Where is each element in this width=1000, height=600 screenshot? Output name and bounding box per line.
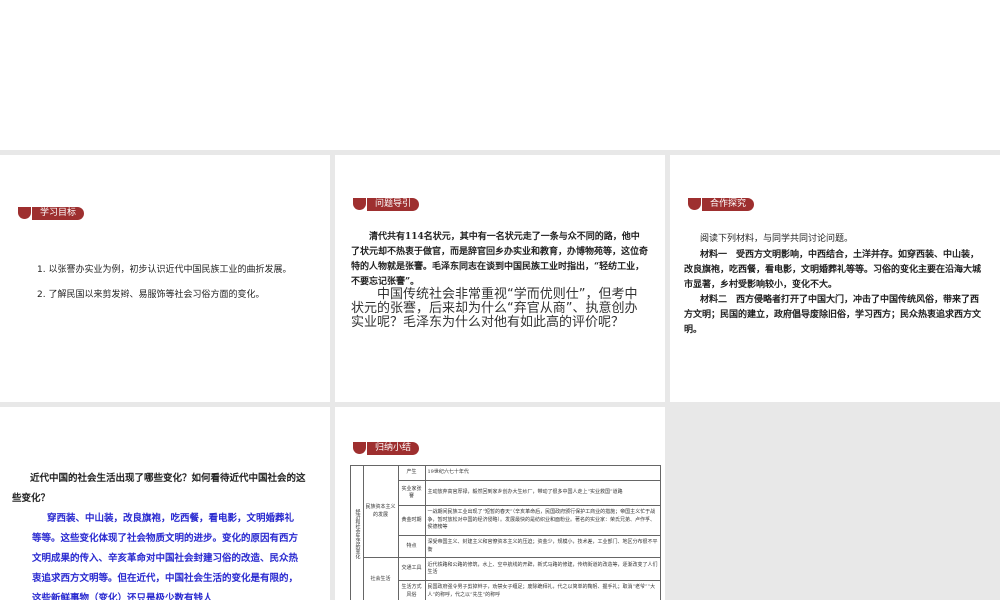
- slide-learning-goals[interactable]: 学习目标 1. 以张謇办实业为例，初步认识近代中国民族工业的曲折发展。 2. 了…: [0, 155, 330, 402]
- answer-text: 穿西装、中山装，改良旗袍，吃西餐，看电影，文明婚葬礼等等。这些变化体现了社会物质…: [32, 513, 299, 600]
- table-value: 主动放弃高官厚禄，毅然回到家乡创办大生纱厂，带动了很多中国人走上“实业救国”道路: [424, 480, 661, 506]
- material-text: 受西方文明影响，中西结合，土洋并存。如穿西装、中山装，改良旗袍，吃西餐，看电影，…: [684, 250, 982, 290]
- section-badge: 问题导引: [352, 197, 420, 211]
- slide-top-partial[interactable]: [0, 0, 1000, 150]
- slide-summary[interactable]: 归纳小结 经济和社会生活的变化 民族资本主义的发展 产生 19世纪六七十年代 实…: [335, 407, 665, 600]
- slide-cooperative-inquiry[interactable]: 合作探究 阅读下列材料，与同学共同讨论问题。 材料一 受西方文明影响，中西结合，…: [670, 155, 1000, 402]
- summary-table: 经济和社会生活的变化 民族资本主义的发展 产生 19世纪六七十年代 实业家张謇主…: [350, 465, 661, 600]
- slide-question-intro[interactable]: 问题导引 清代共有114名状元，其中有一名状元走了一条与众不同的路，他中了状元却…: [335, 155, 665, 402]
- discussion-question: 近代中国的社会生活出现了哪些变化？如何看待近代中国社会的这些变化？: [12, 473, 306, 504]
- table-value: 深受帝国主义、封建主义和官僚资本主义的压迫；资金少，规模小，技术差，工业部门、地…: [424, 535, 661, 558]
- table-value: 19世纪六七十年代: [424, 465, 661, 481]
- intro-paragraph: 清代共有114名状元，其中有一名状元走了一条与众不同的路，他中了状元却不热衷于做…: [351, 232, 649, 287]
- table-value: 一战期间民族工业出现了“短暂的春天”（辛亥革命后，民国政府颁行保护工商业的措施；…: [424, 505, 661, 536]
- table-key: 特点: [397, 535, 426, 558]
- table-key: 生活方式风俗: [397, 580, 426, 600]
- table-group-label: 社会生活: [362, 557, 399, 600]
- section-badge: 归纳小结: [352, 441, 420, 455]
- question-paragraph: 中国传统社会非常重视“学而优则仕”，但考中状元的张謇，后来却为什么“弃官从商”、…: [351, 287, 638, 330]
- table-key: 黄金时期: [397, 505, 426, 536]
- material-one: 材料一 受西方文明影响，中西结合，土洋并存。如穿西装、中山装，改良旗袍，吃西餐，…: [684, 248, 986, 293]
- table-root-label: 经济和社会生活的变化: [350, 465, 364, 600]
- table-key: 实业家张謇: [397, 480, 426, 506]
- material-label: 材料一: [700, 250, 728, 260]
- section-badge: 合作探究: [687, 197, 755, 211]
- table-value: 近代铁路和公路的修筑，水上、空中航线的开辟，新式马路的修建，传统街道的改造等，逐…: [424, 557, 661, 581]
- table-value: 民国政府强令男子剪掉辫子，劝禁女子缠足；废除跪拜礼，代之以简单的鞠躬、握手礼；取…: [424, 580, 661, 600]
- slide-discussion-answer[interactable]: 近代中国的社会生活出现了哪些变化？如何看待近代中国社会的这些变化？ 穿西装、中山…: [0, 407, 330, 600]
- material-label: 材料二: [700, 295, 728, 305]
- material-two: 材料二 西方侵略者打开了中国大门，冲击了中国传统风俗，带来了西方文明；民国的建立…: [684, 293, 986, 338]
- section-badge: 学习目标: [17, 206, 85, 220]
- table-key: 交通工具: [397, 557, 426, 581]
- goal-item: 2. 了解民国以来剪发辫、易服饰等社会习俗方面的变化。: [37, 290, 265, 300]
- goal-item: 1. 以张謇办实业为例，初步认识近代中国民族工业的曲折发展。: [37, 265, 292, 275]
- material-text: 西方侵略者打开了中国大门，冲击了中国传统风俗，带来了西方文明；民国的建立，政府倡…: [684, 295, 982, 335]
- table-key: 产生: [397, 465, 426, 481]
- intro-text: 阅读下列材料，与同学共同讨论问题。: [700, 234, 854, 244]
- table-group-label: 民族资本主义的发展: [362, 465, 399, 558]
